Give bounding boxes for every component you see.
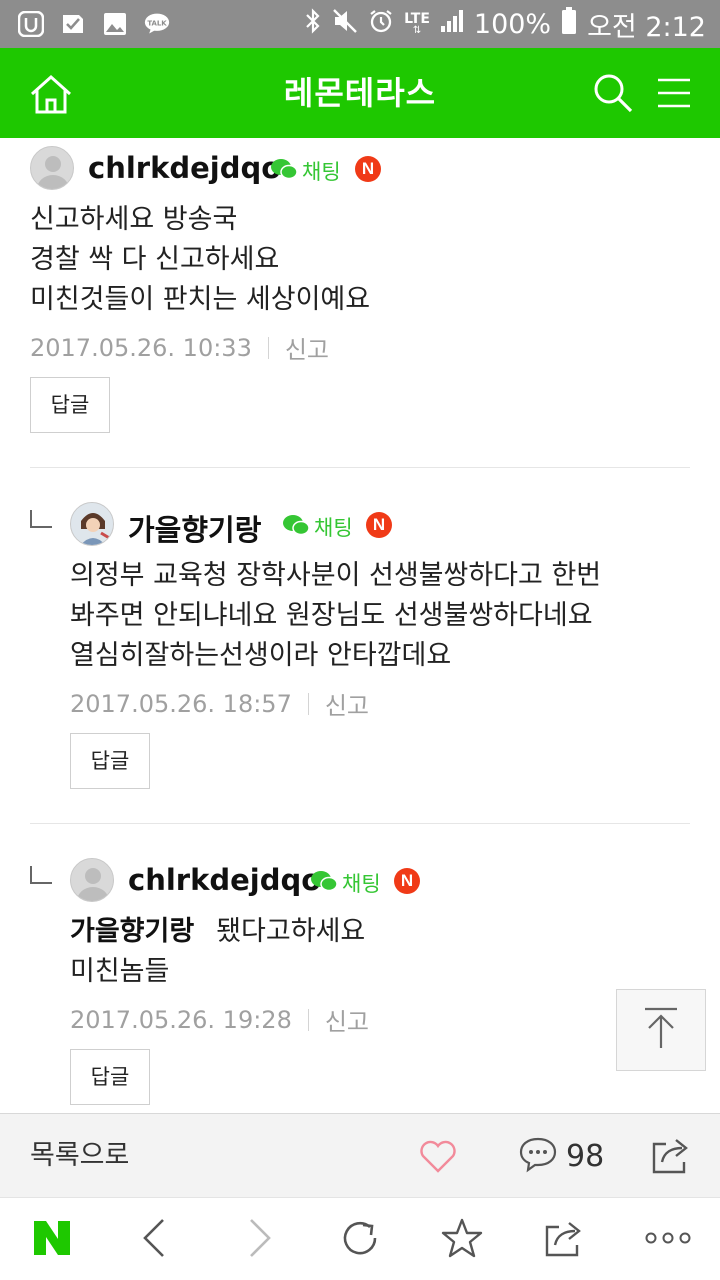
chat-link[interactable]: 채팅 — [270, 156, 341, 186]
back-to-list-button[interactable]: 목록으로 — [30, 1114, 129, 1198]
avatar[interactable] — [70, 858, 114, 902]
chat-link[interactable]: 채팅 — [310, 868, 381, 898]
browser-toolbar — [0, 1197, 720, 1280]
comment-nickname[interactable]: chlrkdejdqo — [128, 863, 321, 897]
new-badge: N — [355, 156, 381, 182]
forward-arrow-icon[interactable] — [238, 1216, 282, 1260]
battery-icon — [561, 6, 577, 42]
comment-date: 2017.05.26. 10:33 — [30, 333, 252, 362]
comment-body: 의정부 교육청 장학사분이 선생불쌍하다고 한번 봐주면 안되냐네요 원장님도 … — [70, 556, 601, 676]
comment-line: 미친놈들 — [70, 956, 170, 987]
comment-list: chlrkdejdqo 채팅 N 신고하세요 방송국 경찰 싹 다 신고하세요 … — [0, 138, 720, 1113]
comment-line: 열심히잘하는선생이라 안타깝데요 — [70, 640, 452, 671]
arrow-up-icon — [641, 1006, 681, 1054]
kakaotalk-icon: TALK — [144, 11, 170, 37]
post-action-bar: 목록으로 98 — [0, 1113, 720, 1197]
chat-label: 채팅 — [314, 516, 353, 540]
comment-body: 가을향기랑 됐다고하세요 미친놈들 — [70, 912, 365, 992]
report-link[interactable]: 신고 — [325, 1002, 369, 1037]
battery-percent: 100% — [473, 8, 552, 40]
hamburger-menu-icon[interactable] — [656, 76, 692, 110]
alarm-icon — [368, 8, 394, 41]
comment-meta: 2017.05.26. 18:57 신고 — [70, 686, 369, 721]
status-bar: TALK LTE ⇅ 100% 오전 2:12 — [0, 0, 720, 48]
comment-line: 됐다고하세요 — [216, 916, 366, 947]
comment-date: 2017.05.26. 18:57 — [70, 689, 292, 718]
comment-item: 가을향기랑 채팅 N 의정부 교육청 장학사분이 선생불쌍하다고 한번 봐주면 … — [0, 494, 720, 824]
comment-line: 의정부 교육청 장학사분이 선생불쌍하다고 한번 — [70, 560, 602, 591]
report-link[interactable]: 신고 — [325, 686, 369, 721]
comment-meta: 2017.05.26. 10:33 신고 — [30, 330, 329, 365]
comment-line: 경찰 싹 다 신고하세요 — [30, 244, 280, 275]
report-link[interactable]: 신고 — [285, 330, 329, 365]
comment-item: chlrkdejdqo 채팅 N 신고하세요 방송국 경찰 싹 다 신고하세요 … — [0, 138, 720, 468]
chat-bubble-icon — [310, 869, 338, 898]
reply-button[interactable]: 답글 — [70, 1049, 150, 1105]
comment-count: 98 — [566, 1138, 605, 1174]
meta-divider — [307, 1008, 309, 1031]
mute-icon — [332, 8, 358, 41]
comment-nickname[interactable]: chlrkdejdqo — [88, 151, 281, 185]
comment-count-button[interactable]: 98 — [518, 1132, 604, 1180]
comment-nickname[interactable]: 가을향기랑 — [128, 507, 261, 549]
share-icon[interactable] — [542, 1216, 586, 1260]
comment-line: 봐주면 안되냐네요 원장님도 선생불쌍하다네요 — [70, 600, 593, 631]
meta-divider — [267, 336, 269, 359]
mention-nickname[interactable]: 가을향기랑 — [70, 916, 194, 947]
reply-button[interactable]: 답글 — [70, 733, 150, 789]
comment-divider — [30, 467, 690, 468]
heart-icon[interactable] — [418, 1136, 458, 1176]
bluetooth-icon — [304, 7, 322, 41]
avatar[interactable] — [30, 146, 74, 190]
bookmark-star-icon[interactable] — [440, 1216, 484, 1260]
reply-button[interactable]: 답글 — [30, 377, 110, 433]
app-header: 레몬테라스 — [0, 48, 720, 138]
chat-label: 채팅 — [342, 872, 381, 896]
comment-meta: 2017.05.26. 19:28 신고 — [70, 1002, 369, 1037]
chat-label: 채팅 — [302, 160, 341, 184]
network-type: LTE — [404, 11, 430, 27]
meta-divider — [307, 692, 309, 715]
clock: 오전 2:12 — [587, 11, 706, 43]
comment-body: 신고하세요 방송국 경찰 싹 다 신고하세요 미친것들이 판치는 세상이예요 — [30, 200, 370, 320]
reply-indent-marker — [30, 510, 52, 528]
comment-line: 신고하세요 방송국 — [30, 204, 238, 235]
new-badge: N — [394, 868, 420, 894]
refresh-icon[interactable] — [338, 1216, 382, 1260]
gallery-icon — [102, 11, 128, 37]
new-badge: N — [366, 512, 392, 538]
chat-link[interactable]: 채팅 — [282, 512, 353, 542]
search-icon[interactable] — [592, 72, 634, 114]
chat-bubble-icon — [282, 513, 310, 542]
comment-line: 미친것들이 판치는 세상이예요 — [30, 284, 371, 315]
speech-bubble-icon — [518, 1134, 558, 1178]
comment-date: 2017.05.26. 19:28 — [70, 1005, 292, 1034]
chat-bubble-icon — [270, 157, 298, 186]
comment-divider — [30, 823, 690, 824]
signal-icon — [440, 9, 464, 40]
avatar[interactable] — [70, 502, 114, 546]
check-notification-icon — [60, 11, 86, 37]
reply-indent-marker — [30, 866, 52, 884]
comment-item: chlrkdejdqo 채팅 N 가을향기랑 됐다고하세요 미친놈들 2017.0… — [0, 850, 720, 1113]
more-options-icon[interactable] — [644, 1216, 692, 1260]
back-arrow-icon[interactable] — [132, 1216, 176, 1260]
naver-home-icon[interactable] — [30, 1216, 74, 1260]
talk-label: TALK — [147, 19, 167, 27]
share-icon[interactable] — [650, 1134, 692, 1176]
notification-app-icon — [18, 11, 44, 37]
scroll-to-top-button[interactable] — [616, 989, 706, 1071]
